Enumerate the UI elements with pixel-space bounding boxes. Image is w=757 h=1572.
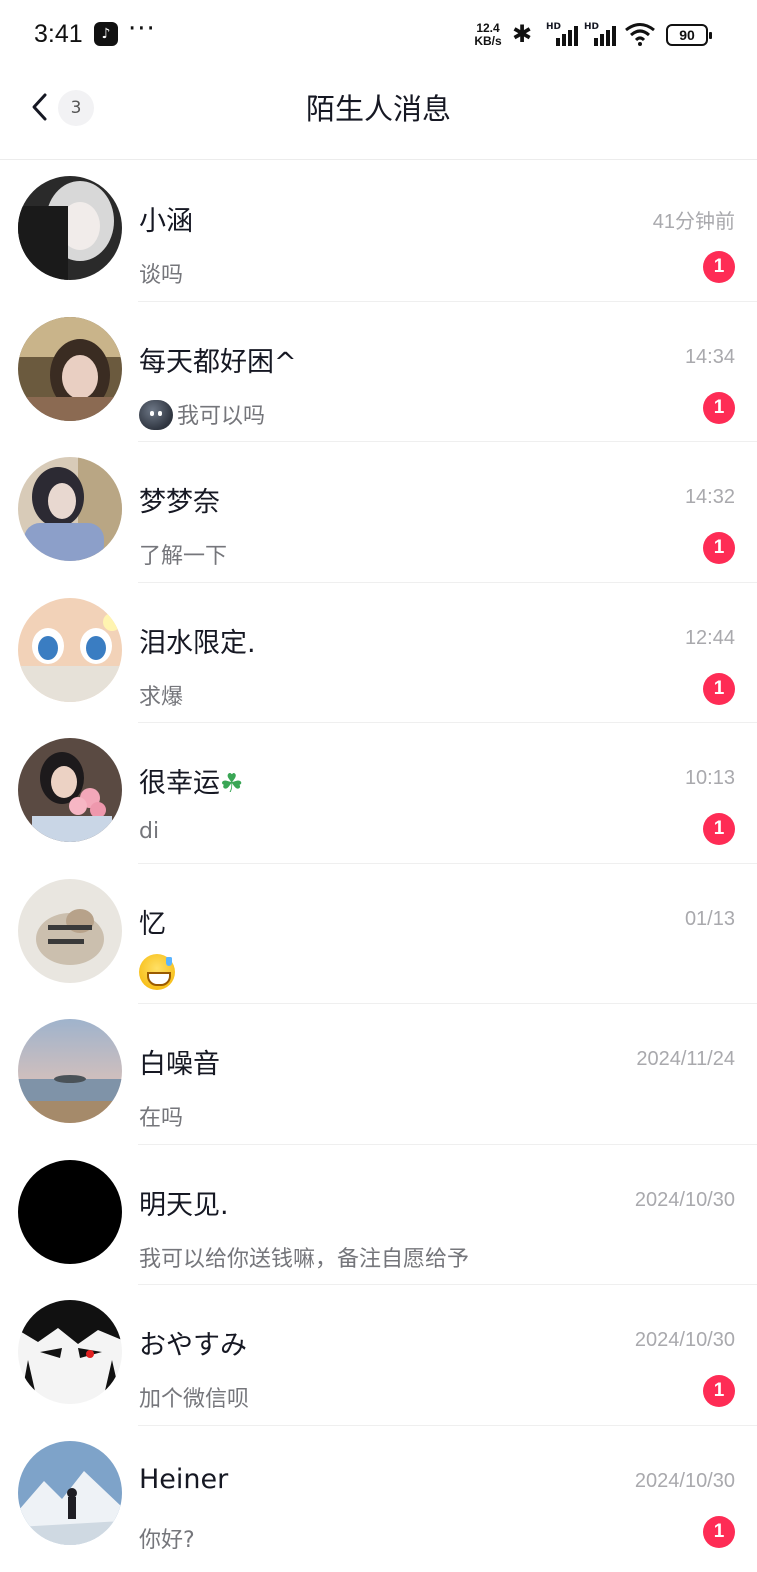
chevron-left-icon — [32, 93, 47, 121]
avatar[interactable] — [18, 1159, 122, 1264]
conversation-row[interactable]: 明天见. 2024/10/30 我可以给你送钱嘛，备注自愿给予 — [0, 1145, 757, 1285]
avatar[interactable] — [18, 176, 122, 280]
contact-name: 泪水限定. — [139, 627, 256, 659]
message-preview: 我可以给你送钱嘛，备注自愿给予 — [139, 1246, 470, 1272]
message-time: 2024/10/30 — [634, 1188, 735, 1211]
avatar[interactable] — [18, 878, 122, 983]
avatar[interactable] — [18, 457, 122, 561]
unread-badge: 1 — [703, 1375, 735, 1407]
conversation-row[interactable]: 泪水限定. 12:44 求爆 1 — [0, 583, 757, 723]
conversation-row[interactable]: 很幸运☘ 10:13 di 1 — [0, 723, 757, 864]
message-preview: 我可以吗 — [139, 398, 265, 430]
conversation-row[interactable]: 每天都好困^ 14:34 我可以吗 1 — [0, 302, 757, 442]
message-preview: 加个微信呗 — [139, 1387, 250, 1412]
clover-emoji-icon: ☘ — [220, 769, 244, 799]
avatar[interactable] — [18, 738, 122, 842]
avatar[interactable] — [18, 1300, 122, 1404]
blob-emoji-icon — [139, 399, 173, 430]
message-preview: 你好? — [139, 1527, 195, 1553]
conversation-row[interactable]: 白噪音 2024/11/24 在吗 — [0, 1004, 757, 1145]
message-time: 01/13 — [684, 907, 735, 930]
bluetooth-icon: ✱ — [512, 20, 533, 48]
message-preview: 谈吗 — [139, 263, 184, 288]
contact-name: おやすみ — [139, 1330, 247, 1361]
contact-name: 白噪音 — [139, 1049, 220, 1080]
signal-2-icon: HD — [584, 22, 620, 46]
unread-badge: 1 — [703, 251, 735, 283]
wifi-icon — [625, 23, 655, 46]
message-time: 2024/10/30 — [634, 1329, 735, 1351]
message-preview: 在吗 — [139, 1106, 184, 1131]
signal-1-icon: HD — [546, 22, 582, 46]
message-time: 2024/11/24 — [636, 1048, 735, 1070]
tiktok-icon: ♪ — [94, 22, 118, 46]
unread-badge: 1 — [703, 813, 735, 845]
page-title: 陌生人消息 — [305, 92, 451, 126]
status-time: 3:41 — [34, 20, 83, 48]
contact-name: Heiner — [139, 1463, 229, 1495]
unread-badge: 1 — [703, 1515, 735, 1548]
grinning-sweat-emoji-icon — [139, 953, 175, 990]
unread-badge: 1 — [703, 391, 735, 424]
avatar[interactable] — [18, 1440, 122, 1545]
message-time: 14:32 — [684, 486, 735, 508]
conversation-row[interactable]: 小涵 41分钟前 谈吗 1 — [0, 161, 757, 302]
message-time: 14:34 — [684, 345, 735, 368]
avatar[interactable] — [18, 597, 122, 702]
contact-name: 很幸运☘ — [139, 768, 244, 799]
more-notifications-icon: ··· — [128, 14, 156, 44]
message-time: 12:44 — [684, 626, 735, 649]
status-bar: 3:41 ♪ ··· 12.4 KB/s ✱ HD HD 90 — [0, 0, 757, 70]
message-preview — [139, 953, 175, 996]
unread-badge: 1 — [703, 672, 735, 705]
message-time: 2024/10/30 — [634, 1469, 735, 1492]
network-speed: 12.4 KB/s — [474, 21, 502, 48]
message-time: 41分钟前 — [652, 211, 735, 233]
contact-name: 忆 — [139, 908, 166, 940]
message-preview: 了解一下 — [139, 544, 228, 569]
avatar[interactable] — [18, 316, 122, 421]
nav-bar: 陌生人消息 3 — [0, 70, 757, 160]
back-button[interactable]: 3 — [22, 86, 98, 130]
battery-icon: 90 — [666, 24, 712, 46]
conversation-row[interactable]: Heiner 2024/10/30 你好? 1 — [0, 1426, 757, 1567]
conversation-row[interactable]: 忆 01/13 — [0, 864, 757, 1004]
conversation-row[interactable]: 梦梦奈 14:32 了解一下 1 — [0, 442, 757, 583]
message-preview: 求爆 — [139, 684, 184, 710]
avatar[interactable] — [18, 1019, 122, 1123]
message-preview: di — [139, 819, 160, 844]
contact-name: 明天见. — [139, 1189, 229, 1221]
conversation-list: 小涵 41分钟前 谈吗 1 每天都好困^ 14:34 我可以吗 1 梦梦奈 14… — [0, 161, 757, 1566]
contact-name: 每天都好困^ — [139, 346, 297, 378]
conversation-row[interactable]: おやすみ 2024/10/30 加个微信呗 1 — [0, 1285, 757, 1426]
unread-badge: 1 — [703, 532, 735, 564]
message-time: 10:13 — [684, 767, 735, 789]
back-unread-count: 3 — [58, 90, 94, 126]
contact-name: 小涵 — [139, 206, 193, 237]
contact-name: 梦梦奈 — [139, 487, 220, 518]
